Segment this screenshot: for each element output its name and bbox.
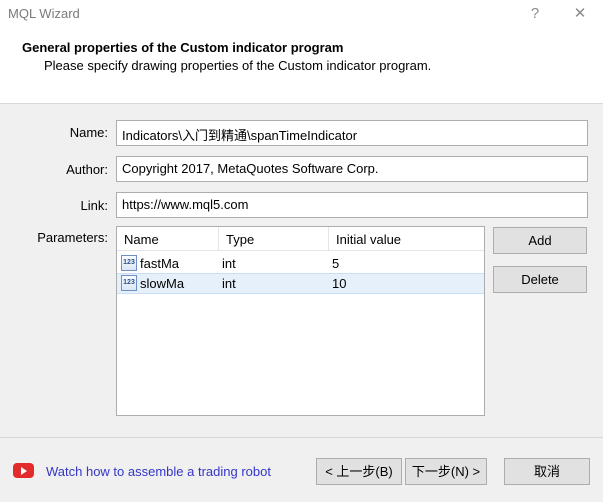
table-header: Name Type Initial value [117,227,484,251]
video-tutorial-link[interactable]: Watch how to assemble a trading robot [46,464,271,479]
back-button[interactable]: < 上一步(B) [316,458,402,485]
delete-button[interactable]: Delete [493,266,587,293]
link-label: Link: [80,198,108,213]
name-label: Name: [69,125,108,140]
author-field[interactable]: Copyright 2017, MetaQuotes Software Corp… [116,156,588,182]
window-title: MQL Wizard [8,6,80,21]
close-button[interactable]: ✕ [567,3,593,25]
page-title: General properties of the Custom indicat… [22,40,344,55]
help-button[interactable]: ? [522,3,548,25]
integer-type-icon: 123 [121,255,137,271]
param-value[interactable]: 5 [332,256,339,271]
param-value[interactable]: 10 [332,276,346,291]
column-header-type[interactable]: Type [219,227,329,251]
youtube-icon[interactable] [13,463,34,478]
table-row[interactable]: 123 slowMa int 10 [117,273,484,294]
wizard-header: General properties of the Custom indicat… [0,28,603,104]
name-field[interactable]: Indicators\入门到精通\spanTimeIndicator [116,120,588,146]
author-label: Author: [66,162,108,177]
add-button[interactable]: Add [493,227,587,254]
parameters-label: Parameters: [37,230,108,245]
integer-type-icon: 123 [121,275,137,291]
param-type[interactable]: int [222,276,236,291]
param-name[interactable]: fastMa [140,256,179,271]
link-field[interactable]: https://www.mql5.com [116,192,588,218]
next-button[interactable]: 下一步(N) > [405,458,487,485]
table-row[interactable]: 123 fastMa int 5 [117,253,484,274]
param-type[interactable]: int [222,256,236,271]
parameters-table[interactable]: Name Type Initial value 123 fastMa int 5… [116,226,485,416]
column-header-initial-value[interactable]: Initial value [329,227,484,251]
page-subtitle: Please specify drawing properties of the… [44,58,432,73]
cancel-button[interactable]: 取消 [504,458,590,485]
title-bar: MQL Wizard ? ✕ [0,0,603,28]
param-name[interactable]: slowMa [140,276,184,291]
column-header-name[interactable]: Name [117,227,219,251]
